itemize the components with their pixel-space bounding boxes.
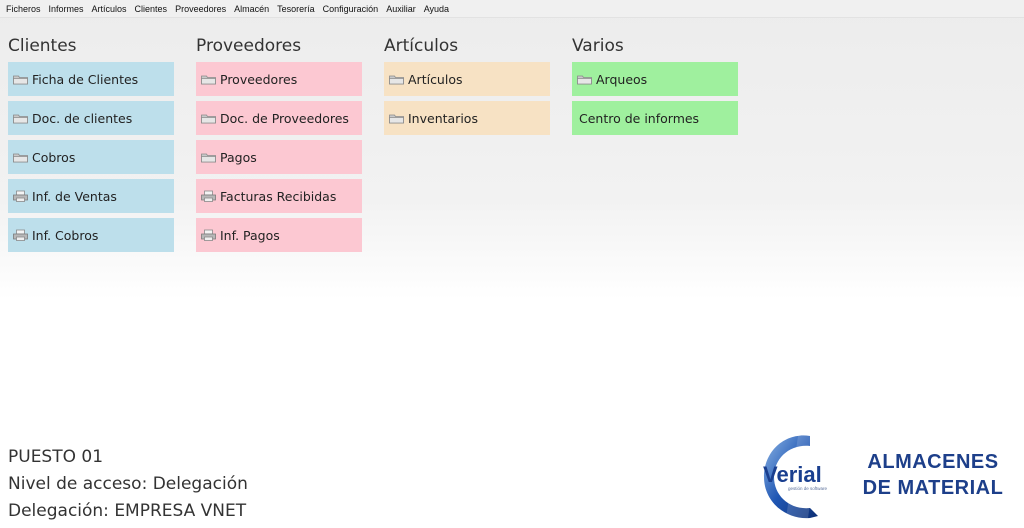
tile-inf-pagos[interactable]: Inf. Pagos <box>196 218 362 252</box>
folder-icon <box>13 75 28 85</box>
tile-label: Proveedores <box>220 71 298 87</box>
tile-label: Doc. de clientes <box>32 110 133 126</box>
tile-pagos[interactable]: Pagos <box>196 140 362 174</box>
delegation-label: Delegación: EMPRESA VNET <box>8 501 247 521</box>
menu-informes[interactable]: Informes <box>46 4 89 14</box>
menu-almacen[interactable]: Almacén <box>231 4 274 14</box>
tile-cobros[interactable]: Cobros <box>8 140 174 174</box>
tile-label: Ficha de Clientes <box>32 71 139 87</box>
folder-icon <box>201 114 216 124</box>
group-title-proveedores: Proveedores <box>196 36 302 56</box>
group-proveedores: Proveedores Proveedores Doc. de Proveedo… <box>196 34 362 257</box>
folder-icon <box>13 114 28 124</box>
company-brand: ALMACENES DE MATERIAL <box>848 449 1018 501</box>
tile-label: Artículos <box>408 71 463 87</box>
logo-wordmark: Verial <box>763 462 822 487</box>
access-level-label: Nivel de acceso: Delegación <box>8 474 248 494</box>
group-varios: Varios Arqueos Centro de informes <box>572 34 738 140</box>
menu-clientes[interactable]: Clientes <box>132 4 173 14</box>
group-clientes: Clientes Ficha de Clientes Doc. de clien… <box>8 34 174 257</box>
folder-icon <box>201 153 216 163</box>
menu-proveedores[interactable]: Proveedores <box>172 4 231 14</box>
printer-icon <box>13 229 28 241</box>
tile-label: Inf. Cobros <box>32 227 99 243</box>
logo-subtitle: gestión de software <box>788 486 828 491</box>
tile-label: Pagos <box>220 149 257 165</box>
tile-inf-cobros[interactable]: Inf. Cobros <box>8 218 174 252</box>
menu-ayuda[interactable]: Ayuda <box>421 4 454 14</box>
group-articulos: Artículos Artículos Inventarios <box>384 34 550 140</box>
tile-label: Centro de informes <box>579 110 700 126</box>
folder-icon <box>389 114 404 124</box>
brand-line-2: DE MATERIAL <box>862 477 1004 499</box>
tile-inf-de-ventas[interactable]: Inf. de Ventas <box>8 179 174 213</box>
folder-icon <box>389 75 404 85</box>
brand-line-1: ALMACENES <box>867 451 999 473</box>
menu-auxiliar[interactable]: Auxiliar <box>383 4 421 14</box>
tile-ficha-de-clientes[interactable]: Ficha de Clientes <box>8 62 174 96</box>
printer-icon <box>201 229 216 241</box>
puesto-label: PUESTO 01 <box>8 447 104 467</box>
tile-centro-de-informes[interactable]: Centro de informes <box>572 101 738 135</box>
tile-label: Cobros <box>32 149 76 165</box>
menu-configuracion[interactable]: Configuración <box>320 4 384 14</box>
tile-label: Inventarios <box>408 110 478 126</box>
menu-ficheros[interactable]: Ficheros <box>3 4 46 14</box>
tile-facturas-recibidas[interactable]: Facturas Recibidas <box>196 179 362 213</box>
folder-icon <box>201 75 216 85</box>
verial-logo: Verial gestión de software <box>763 435 828 519</box>
menu-bar: Ficheros Informes Artículos Clientes Pro… <box>0 0 1024 18</box>
group-title-varios: Varios <box>572 36 624 56</box>
tile-doc-de-proveedores[interactable]: Doc. de Proveedores <box>196 101 362 135</box>
session-info: PUESTO 01 Nivel de acceso: Delegación De… <box>8 444 248 525</box>
group-title-articulos: Artículos <box>384 36 459 56</box>
tile-arqueos[interactable]: Arqueos <box>572 62 738 96</box>
tile-proveedores[interactable]: Proveedores <box>196 62 362 96</box>
folder-icon <box>13 153 28 163</box>
tile-label: Inf. Pagos <box>220 227 280 243</box>
printer-icon <box>13 190 28 202</box>
tile-inventarios[interactable]: Inventarios <box>384 101 550 135</box>
tile-label: Doc. de Proveedores <box>220 110 349 126</box>
menu-articulos[interactable]: Artículos <box>89 4 132 14</box>
menu-tesoreria[interactable]: Tesorería <box>274 4 320 14</box>
printer-icon <box>201 190 216 202</box>
tile-label: Arqueos <box>596 71 648 87</box>
tile-label: Inf. de Ventas <box>32 188 117 204</box>
tile-label: Facturas Recibidas <box>220 188 337 204</box>
group-title-clientes: Clientes <box>8 36 77 56</box>
tile-doc-de-clientes[interactable]: Doc. de clientes <box>8 101 174 135</box>
tile-articulos[interactable]: Artículos <box>384 62 550 96</box>
folder-icon <box>577 75 592 85</box>
